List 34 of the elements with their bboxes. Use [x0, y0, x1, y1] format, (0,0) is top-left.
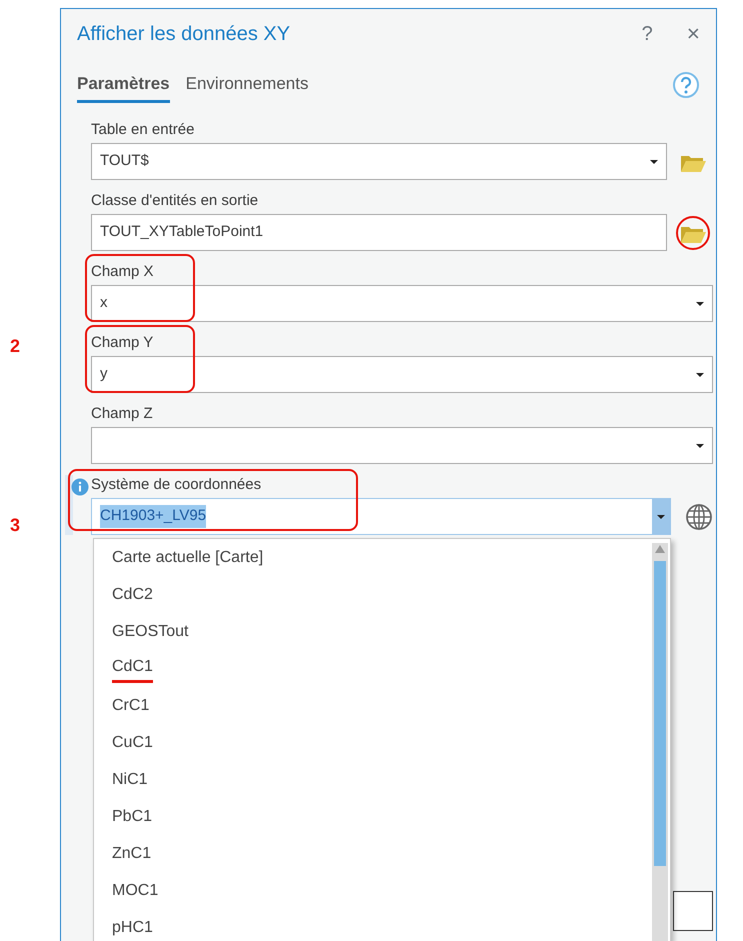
globe-icon[interactable]	[685, 502, 713, 530]
dropdown-item[interactable]: CuC1	[94, 724, 670, 761]
field-label: Champ Z	[91, 404, 153, 424]
dropdown-item[interactable]: Carte actuelle [Carte]	[94, 539, 670, 576]
dropdown-field[interactable]: x	[91, 285, 713, 322]
annotation-number: 2	[10, 335, 20, 358]
dropdown-field[interactable]: TOUT$	[91, 143, 667, 180]
folder-icon[interactable]	[676, 216, 710, 250]
text-field[interactable]	[673, 891, 713, 931]
dropdown-item[interactable]: CrC1	[94, 687, 670, 724]
dropdown-field[interactable]	[91, 427, 713, 464]
tab[interactable]: Paramètres	[77, 70, 170, 103]
annotation-number: 3	[10, 514, 20, 537]
help-button[interactable]: ?	[642, 19, 653, 49]
field-label: Système de coordonnées	[91, 475, 262, 495]
dropdown-item[interactable]: ZnC1	[94, 835, 670, 872]
dropdown-field[interactable]: CH1903+_LV95	[91, 498, 671, 535]
text-field[interactable]: TOUT_XYTableToPoint1	[91, 214, 667, 251]
dropdown-item[interactable]: GEOSTout	[94, 613, 670, 650]
tab[interactable]: Environnements	[186, 70, 308, 103]
field-label: Classe d'entités en sortie	[91, 191, 258, 211]
dropdown-item[interactable]: pHC1	[94, 909, 670, 941]
dropdown-item[interactable]: NiC1	[94, 761, 670, 798]
help-icon[interactable]	[672, 71, 700, 99]
close-button[interactable]: ×	[686, 22, 700, 46]
scrollbar[interactable]	[652, 543, 668, 941]
field-label: Table en entrée	[91, 120, 194, 140]
field-label: Champ Y	[91, 333, 154, 353]
field-label: Champ X	[91, 262, 154, 282]
dropdown-item[interactable]: CdC2	[94, 576, 670, 613]
dropdown-field[interactable]: y	[91, 356, 713, 393]
window-title: Afficher les données XY	[77, 22, 290, 47]
dropdown-item[interactable]: PbC1	[94, 798, 670, 835]
dropdown-item[interactable]: MOC1	[94, 872, 670, 909]
